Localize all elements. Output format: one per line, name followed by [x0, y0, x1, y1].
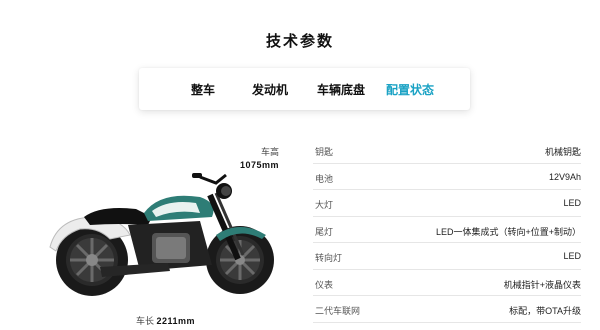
vehicle-length-value: 2211mm: [156, 316, 196, 326]
spec-row-headlight: 大灯 LED: [313, 190, 581, 217]
vehicle-length: 车长 2211mm: [136, 314, 195, 327]
tab-vehicle[interactable]: 整车: [191, 81, 215, 98]
motorcycle-image: [49, 173, 274, 296]
spec-label: 电池: [315, 173, 334, 184]
spec-label: 二代车联网: [315, 306, 361, 316]
vehicle-length-label: 车长: [136, 316, 155, 326]
spec-row-connectivity: 二代车联网 标配，带OTA升级: [313, 296, 581, 323]
spec-row-key: 钥匙 机械钥匙: [313, 137, 581, 164]
spec-value: 机械指针+液晶仪表: [503, 279, 581, 290]
spec-label: 钥匙: [315, 147, 334, 157]
spec-value: 12V9Ah: [548, 171, 581, 182]
spec-value: LED: [563, 251, 581, 261]
spec-table: 钥匙 机械钥匙 电池 12V9Ah 大灯 LED 尾灯 LED一体集成式（转向+…: [313, 137, 581, 323]
spec-tabs: 整车 发动机 车辆底盘 配置状态: [139, 68, 470, 110]
spec-row-instrument: 仪表 机械指针+液晶仪表: [313, 270, 581, 296]
tab-engine[interactable]: 发动机: [252, 81, 288, 98]
spec-row-turn-signal: 转向灯 LED: [313, 243, 581, 270]
spec-label: 转向灯: [315, 253, 343, 263]
spec-value: 标配，带OTA升级: [509, 306, 581, 316]
page-title: 技术参数: [265, 33, 334, 50]
spec-value: LED: [563, 198, 581, 208]
spec-label: 仪表: [315, 279, 334, 290]
spec-value: LED一体集成式（转向+位置+制动）: [435, 226, 581, 237]
tab-configuration[interactable]: 配置状态: [386, 81, 434, 98]
spec-label: 尾灯: [315, 226, 334, 237]
spec-row-battery: 电池 12V9Ah: [313, 164, 581, 190]
spec-label: 大灯: [315, 200, 334, 210]
spec-row-taillight: 尾灯 LED一体集成式（转向+位置+制动）: [313, 217, 581, 243]
spec-value: 机械钥匙: [544, 147, 581, 157]
tab-chassis[interactable]: 车辆底盘: [317, 81, 365, 98]
